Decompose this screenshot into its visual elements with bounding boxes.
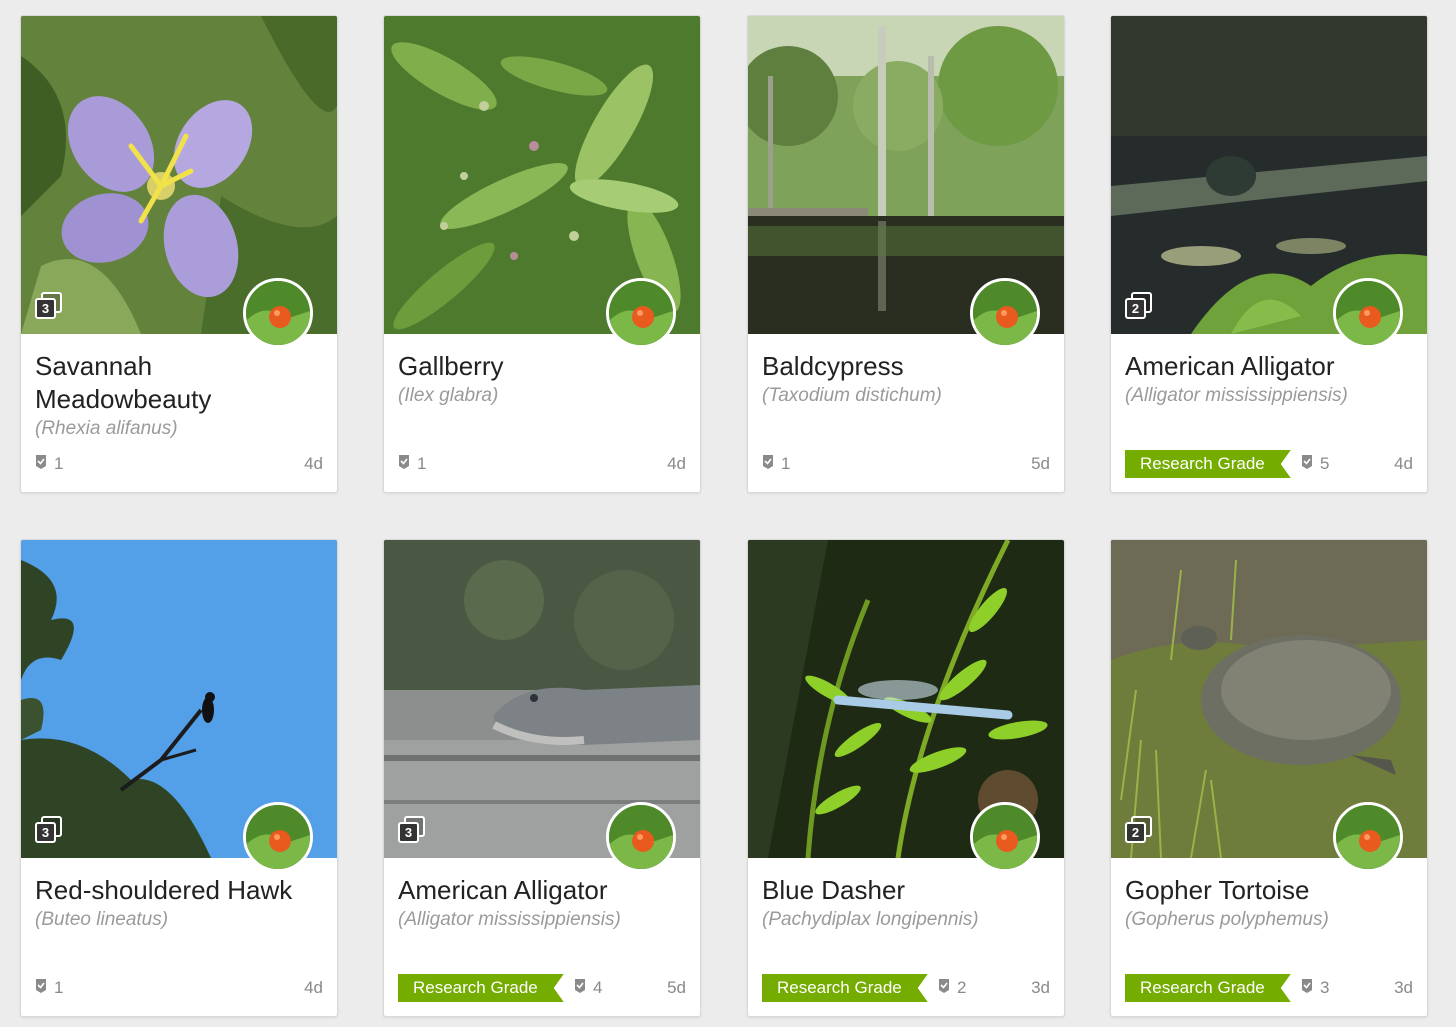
- scientific-name: (Rhexia alifanus): [35, 418, 178, 439]
- identifications-value: 3: [1320, 978, 1330, 997]
- observation-age: 4d: [304, 978, 323, 997]
- identifications-count: 2: [938, 974, 966, 1002]
- common-name[interactable]: Red-shouldered Hawk: [35, 874, 325, 907]
- identifications-count: 1: [762, 450, 790, 478]
- identifications-count: 5: [1301, 450, 1329, 478]
- scientific-name: (Buteo lineatus): [35, 909, 169, 930]
- identifications-value: 1: [781, 454, 791, 473]
- observation-age: 4d: [1394, 454, 1413, 473]
- photo-stack-icon: 2: [1125, 292, 1155, 322]
- observation-body: American Alligator (Alligator mississipp…: [398, 874, 688, 932]
- common-name[interactable]: Savannah Meadowbeauty: [35, 350, 325, 416]
- common-name[interactable]: American Alligator: [398, 874, 688, 907]
- observation-body: Baldcypress (Taxodium distichum): [762, 350, 1052, 408]
- observation-card[interactable]: 2 Gopher Tortoise (Gopherus polyphemus) …: [1110, 539, 1428, 1017]
- identifications-count: 1: [35, 450, 63, 478]
- card-footer: Research Grade 4 5d: [398, 974, 686, 1002]
- scientific-name: (Pachydiplax longipennis): [762, 909, 979, 930]
- photo-count: 3: [35, 822, 56, 843]
- identifications-value: 4: [593, 978, 603, 997]
- observation-body: Gallberry (Ilex glabra): [398, 350, 688, 408]
- scientific-name: (Alligator mississippiensis): [398, 909, 621, 930]
- common-name[interactable]: Gopher Tortoise: [1125, 874, 1415, 907]
- observation-age: 4d: [304, 454, 323, 473]
- identification-tag-icon: [398, 451, 410, 479]
- user-avatar[interactable]: [970, 278, 1040, 348]
- research-grade-badge: Research Grade: [1125, 974, 1291, 1002]
- research-grade-badge: Research Grade: [762, 974, 928, 1002]
- user-avatar[interactable]: [970, 802, 1040, 872]
- card-footer: Research Grade 5 4d: [1125, 450, 1413, 478]
- observation-card[interactable]: 2 American Alligator (Alligator mississi…: [1110, 15, 1428, 493]
- identifications-count: 4: [574, 974, 602, 1002]
- user-avatar[interactable]: [1333, 802, 1403, 872]
- observation-body: American Alligator (Alligator mississipp…: [1125, 350, 1415, 408]
- card-footer: Research Grade 3 3d: [1125, 974, 1413, 1002]
- observation-card[interactable]: Gallberry (Ilex glabra) 1 4d: [383, 15, 701, 493]
- common-name[interactable]: American Alligator: [1125, 350, 1415, 383]
- observation-card[interactable]: 3 American Alligator (Alligator mississi…: [383, 539, 701, 1017]
- identification-tag-icon: [938, 975, 950, 1003]
- card-footer: 1 5d: [762, 450, 1050, 478]
- user-avatar[interactable]: [243, 278, 313, 348]
- identifications-value: 1: [54, 978, 64, 997]
- scientific-name: (Gopherus polyphemus): [1125, 909, 1329, 930]
- photo-stack-icon: 3: [35, 292, 65, 322]
- identifications-count: 3: [1301, 974, 1329, 1002]
- observation-card[interactable]: 3 Red-shouldered Hawk (Buteo lineatus) 1…: [20, 539, 338, 1017]
- research-grade-badge: Research Grade: [398, 974, 564, 1002]
- card-footer: 1 4d: [35, 450, 323, 478]
- identifications-count: 1: [35, 974, 63, 1002]
- card-footer: Research Grade 2 3d: [762, 974, 1050, 1002]
- observation-age: 5d: [1031, 454, 1050, 473]
- observation-grid: 3 Savannah Meadowbeauty (Rhexia alifanus…: [0, 0, 1456, 1027]
- observation-card[interactable]: 3 Savannah Meadowbeauty (Rhexia alifanus…: [20, 15, 338, 493]
- observation-card[interactable]: Baldcypress (Taxodium distichum) 1 5d: [747, 15, 1065, 493]
- card-footer: 1 4d: [398, 450, 686, 478]
- observation-age: 3d: [1031, 978, 1050, 997]
- identification-tag-icon: [1301, 975, 1313, 1003]
- user-avatar[interactable]: [1333, 278, 1403, 348]
- observation-body: Blue Dasher (Pachydiplax longipennis): [762, 874, 1052, 932]
- scientific-name: (Alligator mississippiensis): [1125, 385, 1348, 406]
- user-avatar[interactable]: [243, 802, 313, 872]
- identifications-value: 1: [54, 454, 64, 473]
- common-name[interactable]: Blue Dasher: [762, 874, 1052, 907]
- identifications-value: 1: [417, 454, 427, 473]
- photo-count: 3: [398, 822, 419, 843]
- photo-stack-icon: 2: [1125, 816, 1155, 846]
- research-grade-badge: Research Grade: [1125, 450, 1291, 478]
- identification-tag-icon: [1301, 451, 1313, 479]
- photo-stack-icon: 3: [398, 816, 428, 846]
- observation-body: Red-shouldered Hawk (Buteo lineatus): [35, 874, 325, 932]
- observation-body: Gopher Tortoise (Gopherus polyphemus): [1125, 874, 1415, 932]
- identification-tag-icon: [35, 975, 47, 1003]
- photo-count: 2: [1125, 298, 1146, 319]
- identifications-value: 2: [957, 978, 967, 997]
- user-avatar[interactable]: [606, 278, 676, 348]
- observation-card[interactable]: Blue Dasher (Pachydiplax longipennis) Re…: [747, 539, 1065, 1017]
- identification-tag-icon: [574, 975, 586, 1003]
- identification-tag-icon: [762, 451, 774, 479]
- card-footer: 1 4d: [35, 974, 323, 1002]
- photo-count: 2: [1125, 822, 1146, 843]
- photo-count: 3: [35, 298, 56, 319]
- common-name[interactable]: Gallberry: [398, 350, 688, 383]
- observation-age: 5d: [667, 978, 686, 997]
- identifications-value: 5: [1320, 454, 1330, 473]
- common-name[interactable]: Baldcypress: [762, 350, 1052, 383]
- scientific-name: (Taxodium distichum): [762, 385, 942, 406]
- observation-age: 3d: [1394, 978, 1413, 997]
- observation-body: Savannah Meadowbeauty (Rhexia alifanus): [35, 350, 325, 441]
- identifications-count: 1: [398, 450, 426, 478]
- identification-tag-icon: [35, 451, 47, 479]
- user-avatar[interactable]: [606, 802, 676, 872]
- photo-stack-icon: 3: [35, 816, 65, 846]
- scientific-name: (Ilex glabra): [398, 385, 499, 406]
- observation-age: 4d: [667, 454, 686, 473]
